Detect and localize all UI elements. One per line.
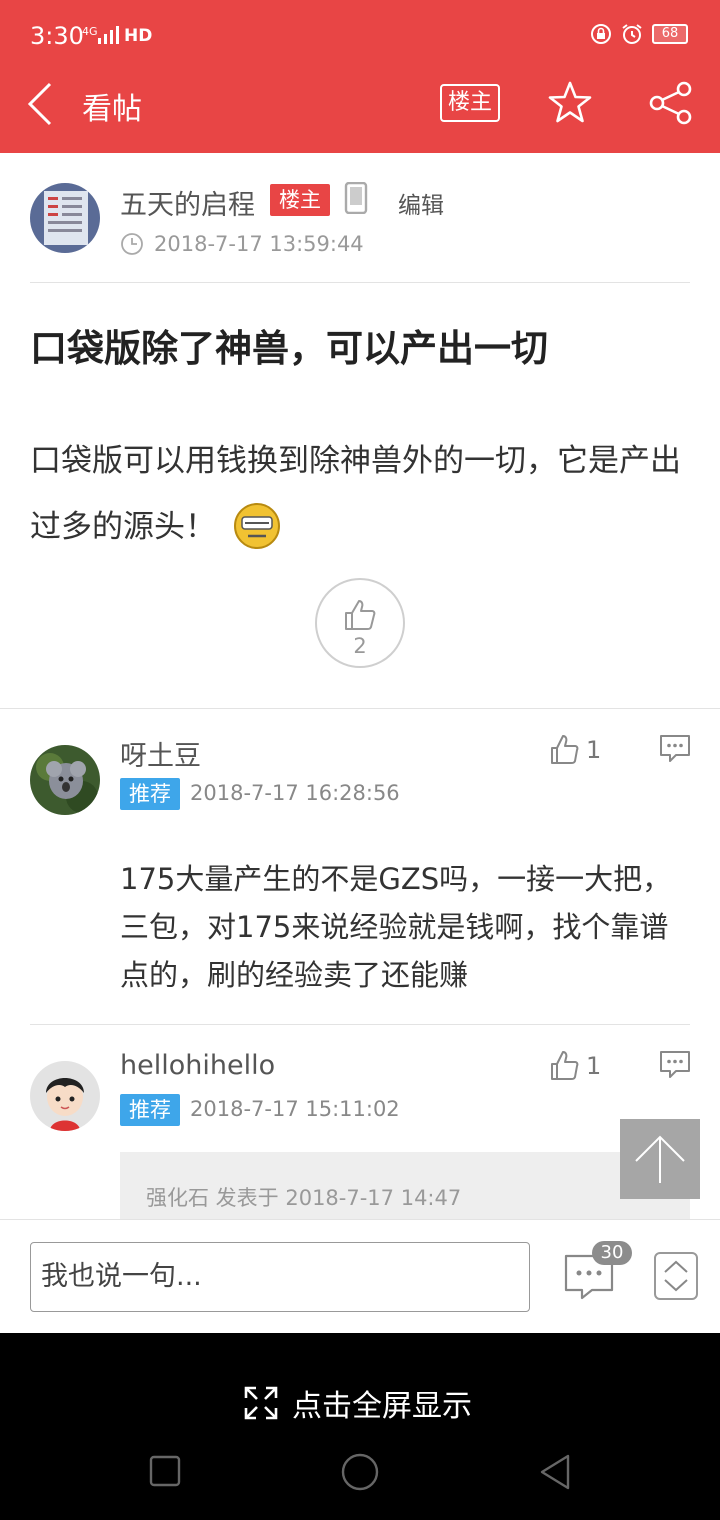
- page-nav-button[interactable]: [654, 1252, 698, 1300]
- reply-like-count: 1: [586, 736, 602, 764]
- reply-author-name[interactable]: hellohihello: [120, 1050, 275, 1081]
- fullscreen-button[interactable]: 点击全屏显示: [244, 1383, 472, 1424]
- post-time: 2018-7-17 13:59:44: [154, 232, 364, 256]
- post-like-button[interactable]: 2: [315, 578, 405, 668]
- recents-nav-icon[interactable]: [146, 1452, 186, 1492]
- lock-rotation-icon: [591, 24, 611, 44]
- quote-header: 强化石 发表于 2018-7-17 14:47: [146, 1186, 462, 1210]
- alarm-icon: [622, 24, 642, 44]
- reply-avatar[interactable]: [30, 745, 100, 815]
- section-separator: [0, 708, 720, 709]
- chevron-up-down-icon: [664, 1260, 688, 1292]
- reply-like-button[interactable]: 1: [550, 1050, 610, 1084]
- status-icons: 68: [590, 22, 688, 46]
- divider: [30, 1024, 690, 1025]
- reply-like-button[interactable]: 1: [550, 734, 610, 768]
- thumbs-up-icon: [551, 735, 579, 764]
- page-title: 看帖: [82, 92, 142, 127]
- comment-count-badge: 30: [592, 1241, 632, 1265]
- thumbs-up-icon: [551, 1051, 579, 1080]
- phone-icon: [344, 182, 368, 214]
- share-icon[interactable]: [648, 80, 694, 126]
- signal-icon: [98, 26, 119, 44]
- status-bar: 3:30 4G HD 68: [0, 0, 720, 70]
- post-body: 口袋版可以用钱换到除神兽外的一切，它是产出过多的源头！: [30, 428, 695, 560]
- thumbs-up-icon: [345, 600, 376, 630]
- app-header: 3:30 4G HD 68 看帖 楼主: [0, 0, 720, 153]
- reply-time: 2018-7-17 16:28:56: [190, 781, 400, 805]
- battery-indicator: 68: [652, 24, 688, 44]
- divider: [30, 282, 690, 283]
- comment-icon[interactable]: [658, 734, 692, 764]
- emoji-sweat-icon: [234, 503, 280, 549]
- hd-indicator: HD: [124, 26, 153, 46]
- author-name[interactable]: 五天的启程: [120, 183, 255, 222]
- post-like-count: 2: [353, 634, 367, 658]
- recommend-badge: 推荐: [120, 778, 180, 810]
- reply-bar: 我也说一句... 30: [0, 1219, 720, 1333]
- status-time: 3:30: [30, 22, 84, 50]
- reply-like-count: 1: [586, 1052, 602, 1080]
- reply-author-name[interactable]: 呀土豆: [120, 734, 201, 773]
- network-type: 4G: [82, 25, 98, 38]
- owner-badge: 楼主: [270, 184, 330, 216]
- back-button[interactable]: [22, 80, 62, 128]
- favorite-star-icon[interactable]: [548, 80, 592, 126]
- back-nav-icon[interactable]: [536, 1452, 576, 1492]
- scroll-to-top-button[interactable]: [620, 1119, 700, 1199]
- home-nav-icon[interactable]: [340, 1452, 380, 1492]
- expand-icon: [244, 1386, 278, 1420]
- arrow-up-icon: [635, 1135, 685, 1183]
- comment-icon[interactable]: [658, 1050, 692, 1080]
- reply-input[interactable]: 我也说一句...: [30, 1242, 530, 1312]
- quote-block: 强化石 发表于 2018-7-17 14:47: [120, 1152, 690, 1222]
- edit-link[interactable]: 编辑: [398, 186, 444, 220]
- reply-avatar[interactable]: [30, 1061, 100, 1131]
- reply-content: 175大量产生的不是GZS吗，一接一大把，三包，对175来说经验就是钱啊，找个靠…: [120, 862, 672, 992]
- post-body-text: 口袋版可以用钱换到除神兽外的一切，它是产出过多的源头！: [30, 443, 681, 545]
- author-avatar[interactable]: [30, 183, 100, 253]
- post-title: 口袋版除了神兽，可以产出一切: [30, 327, 548, 370]
- fullscreen-label: 点击全屏显示: [292, 1389, 472, 1424]
- clock-icon: [121, 233, 143, 255]
- only-owner-button[interactable]: 楼主: [440, 84, 500, 122]
- recommend-badge: 推荐: [120, 1094, 180, 1126]
- reply-time: 2018-7-17 15:11:02: [190, 1097, 400, 1121]
